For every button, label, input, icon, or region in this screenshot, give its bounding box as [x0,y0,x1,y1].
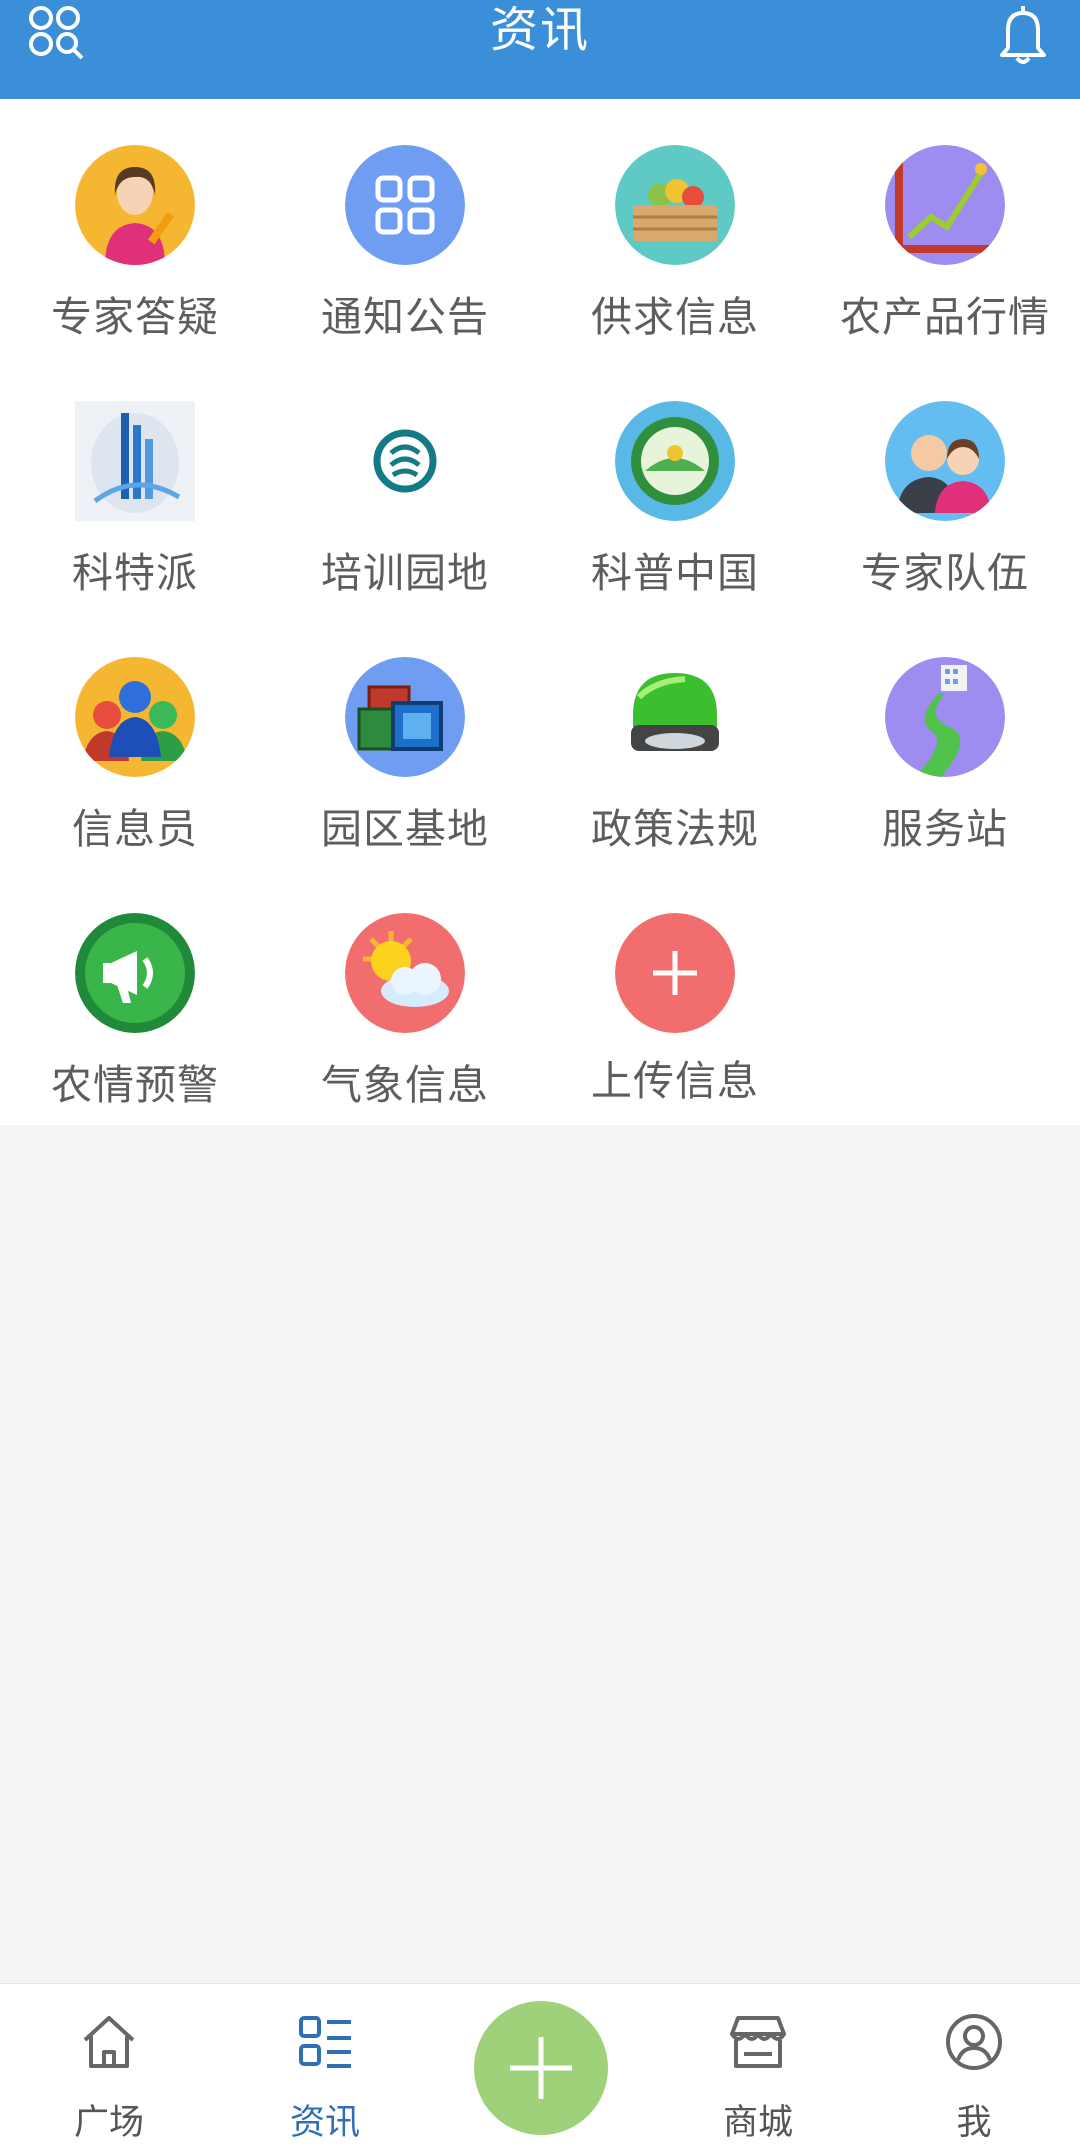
grid-item-label: 信息员 [72,805,198,853]
park-base-icon [345,657,465,777]
list-icon [299,2016,351,2068]
grid-item-label: 农情预警 [51,1061,219,1109]
weather-icon [345,913,465,1033]
grid-item-label: 专家答疑 [51,293,219,341]
grid-item-park-base[interactable]: 园区基地 [270,611,540,867]
nav-item-plaza[interactable]: 广场 [24,1984,194,2154]
nav-item-label: 广场 [73,2103,144,2143]
expert-team-icon [885,401,1005,521]
grid-item-label: 农产品行情 [840,293,1050,341]
bell-icon [1000,6,1046,64]
grid-item-alert[interactable]: 农情预警 [0,867,270,1123]
page-title: 资讯 [489,2,590,58]
nav-item-label: 资讯 [289,2103,360,2143]
policy-disk-icon [615,657,735,777]
service-station-icon [885,657,1005,777]
center-add-button[interactable] [474,2001,608,2135]
grid-item-informants[interactable]: 信息员 [0,611,270,867]
user-icon [946,2014,1002,2070]
science-emblem-icon [615,401,735,521]
notice-grid-icon [345,145,465,265]
bottom-nav: 广场 资讯 商城 我 [0,1983,1080,2154]
grid-item-label: 专家队伍 [861,549,1029,597]
nav-item-label: 商城 [722,2103,793,2143]
grid-item-weather[interactable]: 气象信息 [270,867,540,1123]
alert-megaphone-icon [75,913,195,1033]
grid-item-expert-qa[interactable]: 专家答疑 [0,99,270,355]
grid-item-policy[interactable]: 政策法规 [540,611,810,867]
grid-item-training[interactable]: 培训园地 [270,355,540,611]
feature-grid: 专家答疑 通知公告 供求信息 农产品行情 科特派 培训园地 科普中国 专家队伍 … [0,99,1080,1125]
grid-item-label: 气象信息 [321,1061,489,1109]
grid-item-label: 科普中国 [591,549,759,597]
nav-item-me[interactable]: 我 [889,1984,1059,2154]
grid-item-upload[interactable]: 上传信息 [540,867,810,1123]
plus-icon [615,913,735,1033]
grid-item-label: 园区基地 [321,805,489,853]
expert-qa-icon [75,145,195,265]
market-chart-icon [885,145,1005,265]
kete-building-icon [75,401,195,521]
grid-item-label: 培训园地 [321,549,489,597]
home-icon [83,2016,135,2068]
grid-item-kete[interactable]: 科特派 [0,355,270,611]
grid-item-label: 服务站 [882,805,1008,853]
grid-item-expert-team[interactable]: 专家队伍 [810,355,1080,611]
plus-icon [510,2037,572,2099]
nav-item-label: 我 [956,2103,992,2143]
feature-panel: 专家答疑 通知公告 供求信息 农产品行情 科特派 培训园地 科普中国 专家队伍 … [0,99,1080,1125]
grid-item-notice[interactable]: 通知公告 [270,99,540,355]
grid-item-market[interactable]: 农产品行情 [810,99,1080,355]
nav-item-mall[interactable]: 商城 [673,1984,843,2154]
grid-item-science[interactable]: 科普中国 [540,355,810,611]
grid-item-label: 供求信息 [591,293,759,341]
training-logo-icon [345,401,465,521]
grid-item-label: 通知公告 [321,293,489,341]
supply-crate-icon [615,145,735,265]
top-bar: 资讯 [0,0,1080,99]
nav-item-news[interactable]: 资讯 [240,1984,410,2154]
grid-item-supply[interactable]: 供求信息 [540,99,810,355]
grid-item-label: 上传信息 [591,1057,759,1105]
grid-item-service-station[interactable]: 服务站 [810,611,1080,867]
grid-item-label: 科特派 [72,549,198,597]
grid-item-label: 政策法规 [591,805,759,853]
store-icon [730,2016,786,2068]
informants-icon [75,657,195,777]
notifications-button[interactable] [968,0,1058,70]
